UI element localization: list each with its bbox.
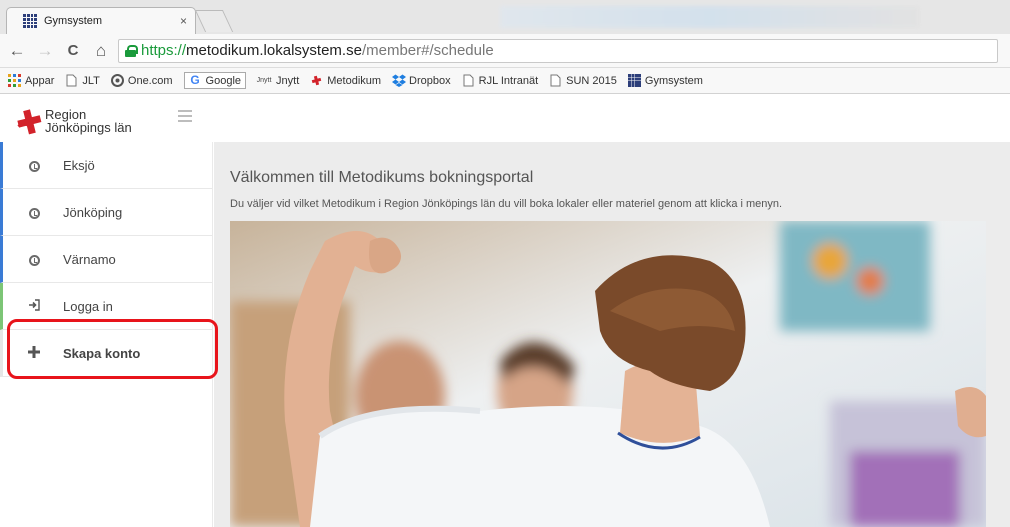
tab-close-icon[interactable]: × bbox=[180, 14, 187, 28]
blurred-tabs bbox=[500, 6, 920, 28]
cross-icon bbox=[310, 74, 323, 87]
address-bar[interactable]: https:// metodikum.lokalsystem.se /membe… bbox=[118, 38, 998, 63]
lock-icon bbox=[125, 44, 138, 57]
browser-tabstrip: Gymsystem × bbox=[0, 0, 1010, 34]
region-cross-logo-icon bbox=[16, 108, 42, 136]
bookmark-jnytt[interactable]: Jnytt Jnytt bbox=[256, 74, 300, 87]
apps-grid-icon bbox=[8, 74, 21, 87]
back-button[interactable]: ← bbox=[6, 40, 28, 62]
url-host: metodikum.lokalsystem.se bbox=[186, 42, 362, 59]
clock-icon bbox=[24, 204, 44, 220]
bookmark-sun-2015[interactable]: SUN 2015 bbox=[549, 74, 617, 87]
page-icon bbox=[65, 74, 78, 87]
tab-title: Gymsystem bbox=[44, 15, 103, 27]
bookmark-google[interactable]: G Google bbox=[183, 72, 247, 89]
bookmark-label: JLT bbox=[82, 74, 100, 87]
bookmark-appar[interactable]: Appar bbox=[8, 74, 54, 87]
bookmark-label: Google bbox=[205, 74, 242, 87]
onecom-icon bbox=[110, 74, 124, 87]
login-icon bbox=[24, 298, 44, 314]
gymsystem-favicon-icon bbox=[23, 14, 37, 28]
sidebar-item-jonkoping[interactable]: Jönköping bbox=[0, 189, 212, 236]
bookmark-label: Metodikum bbox=[327, 74, 382, 87]
bookmark-label: Gymsystem bbox=[644, 74, 703, 87]
bookmark-onecom[interactable]: One.com bbox=[110, 74, 173, 87]
bookmark-label: Dropbox bbox=[409, 74, 451, 87]
url-path: /member#/schedule bbox=[361, 42, 494, 59]
sidebar-item-label: Jönköping bbox=[63, 204, 123, 220]
main-content: Välkommen till Metodikums bokningsportal… bbox=[214, 142, 1010, 527]
bookmark-gymsystem[interactable]: Gymsystem bbox=[627, 74, 703, 87]
reload-button[interactable]: C bbox=[62, 40, 84, 62]
site-header: Region Jönköpings län bbox=[0, 94, 1010, 142]
sidebar-item-eksjo[interactable]: Eksjö bbox=[0, 142, 212, 189]
plus-icon bbox=[24, 345, 44, 361]
sidebar-item-varnamo[interactable]: Värnamo bbox=[0, 236, 212, 283]
dropbox-icon bbox=[392, 74, 407, 87]
page: Region Jönköpings län Eksjö Jönköping Vä… bbox=[0, 94, 1010, 527]
bookmark-label: One.com bbox=[127, 74, 173, 87]
bookmark-label: Jnytt bbox=[276, 74, 300, 87]
bookmark-rjl-intranat[interactable]: RJL Intranät bbox=[462, 74, 539, 87]
sidebar-item-label: Värnamo bbox=[63, 251, 116, 267]
sidebar: Eksjö Jönköping Värnamo Logga in Skapa k… bbox=[0, 142, 213, 527]
page-subtitle: Du väljer vid vilket Metodikum i Region … bbox=[230, 198, 783, 210]
bookmark-jlt[interactable]: JLT bbox=[65, 74, 100, 87]
browser-toolbar: ← → C ⌂ https:// metodikum.lokalsystem.s… bbox=[0, 34, 1010, 68]
url-scheme: https:// bbox=[141, 42, 187, 59]
page-icon bbox=[462, 74, 475, 87]
menu-toggle-icon[interactable] bbox=[178, 110, 192, 125]
sidebar-item-label: Skapa konto bbox=[63, 345, 141, 361]
google-icon: G bbox=[190, 73, 200, 87]
sidebar-item-label: Eksjö bbox=[63, 157, 95, 173]
sidebar-item-login[interactable]: Logga in bbox=[0, 283, 212, 330]
bookmark-label: Appar bbox=[25, 74, 55, 87]
page-icon bbox=[549, 74, 562, 87]
jnytt-icon: Jnytt bbox=[256, 77, 272, 84]
clock-icon bbox=[24, 157, 44, 173]
home-button[interactable]: ⌂ bbox=[90, 40, 112, 62]
forward-button[interactable]: → bbox=[34, 40, 56, 62]
bookmark-label: RJL Intranät bbox=[478, 74, 539, 87]
page-title: Välkommen till Metodikums bokningsportal bbox=[230, 169, 534, 186]
hero-photo bbox=[230, 221, 986, 527]
bookmarks-bar: Appar JLT One.com G Google Jnytt Jnytt M… bbox=[0, 68, 1010, 94]
sidebar-item-create-account[interactable]: Skapa konto bbox=[0, 330, 212, 377]
clock-icon bbox=[24, 251, 44, 267]
new-tab-button[interactable] bbox=[194, 10, 234, 32]
region-logo[interactable]: Region Jönköpings län bbox=[16, 108, 132, 136]
browser-tab[interactable]: Gymsystem × bbox=[6, 7, 196, 34]
sidebar-item-label: Logga in bbox=[63, 298, 113, 314]
bookmark-label: SUN 2015 bbox=[566, 74, 617, 87]
logo-line-2: Jönköpings län bbox=[45, 120, 132, 135]
bookmark-dropbox[interactable]: Dropbox bbox=[392, 74, 451, 87]
bookmark-metodikum[interactable]: Metodikum bbox=[310, 74, 381, 87]
gymsystem-icon bbox=[627, 74, 641, 87]
